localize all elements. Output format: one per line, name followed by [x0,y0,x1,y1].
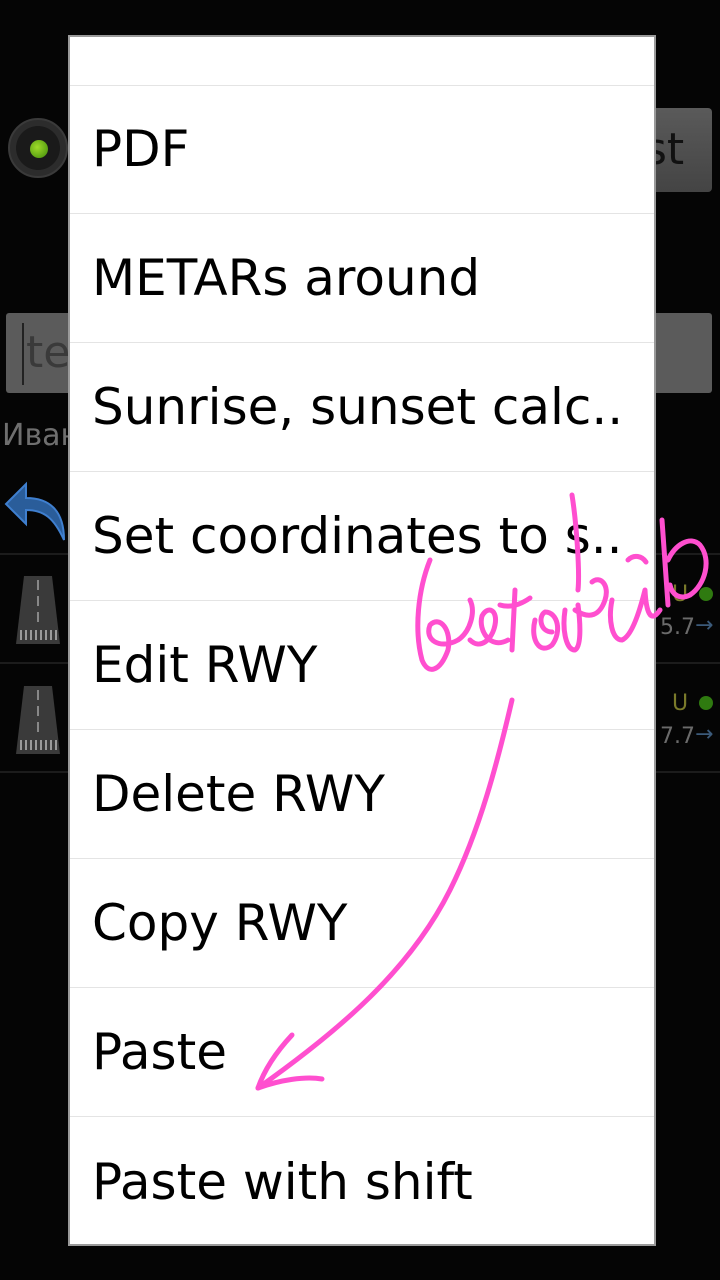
runway-icon [16,686,60,754]
menu-item-sunrise-sunset[interactable]: Sunrise, sunset calc.. [70,343,654,472]
row-status-letter: U [672,691,689,716]
row-value: 7.7 [660,724,695,749]
menu-item-paste[interactable]: Paste [70,988,654,1117]
runway-icon [16,576,60,644]
background-input-button [650,313,712,393]
screen: st te Иван U 5.7 → U 7.7 → PDF METARs ar… [0,0,720,1280]
row-arrow-icon: → [695,722,714,747]
input-placeholder: te [26,327,71,378]
menu-item-paste-with-shift[interactable]: Paste with shift [70,1117,654,1244]
text-cursor [22,323,24,385]
gps-status-dot [30,140,48,158]
background-search-input: te [6,313,76,393]
menu-item-metars-around[interactable]: METARs around [70,214,654,343]
row-arrow-icon: → [695,613,714,638]
undo-icon [4,481,65,541]
row-value: 5.7 [660,615,695,640]
menu-item-scrolled-off[interactable] [70,37,654,86]
context-menu: PDF METARs around Sunrise, sunset calc..… [68,35,656,1246]
gps-status-led [8,118,68,178]
menu-item-delete-rwy[interactable]: Delete RWY [70,730,654,859]
menu-list: PDF METARs around Sunrise, sunset calc..… [70,85,654,1244]
menu-item-edit-rwy[interactable]: Edit RWY [70,601,654,730]
row-status-letter: U [672,582,689,607]
background-name-label: Иван [2,418,72,453]
row-status-dot [699,696,713,710]
menu-item-set-coordinates[interactable]: Set coordinates to s.. [70,472,654,601]
menu-item-pdf[interactable]: PDF [70,85,654,214]
menu-item-copy-rwy[interactable]: Copy RWY [70,859,654,988]
row-status-dot [699,587,713,601]
